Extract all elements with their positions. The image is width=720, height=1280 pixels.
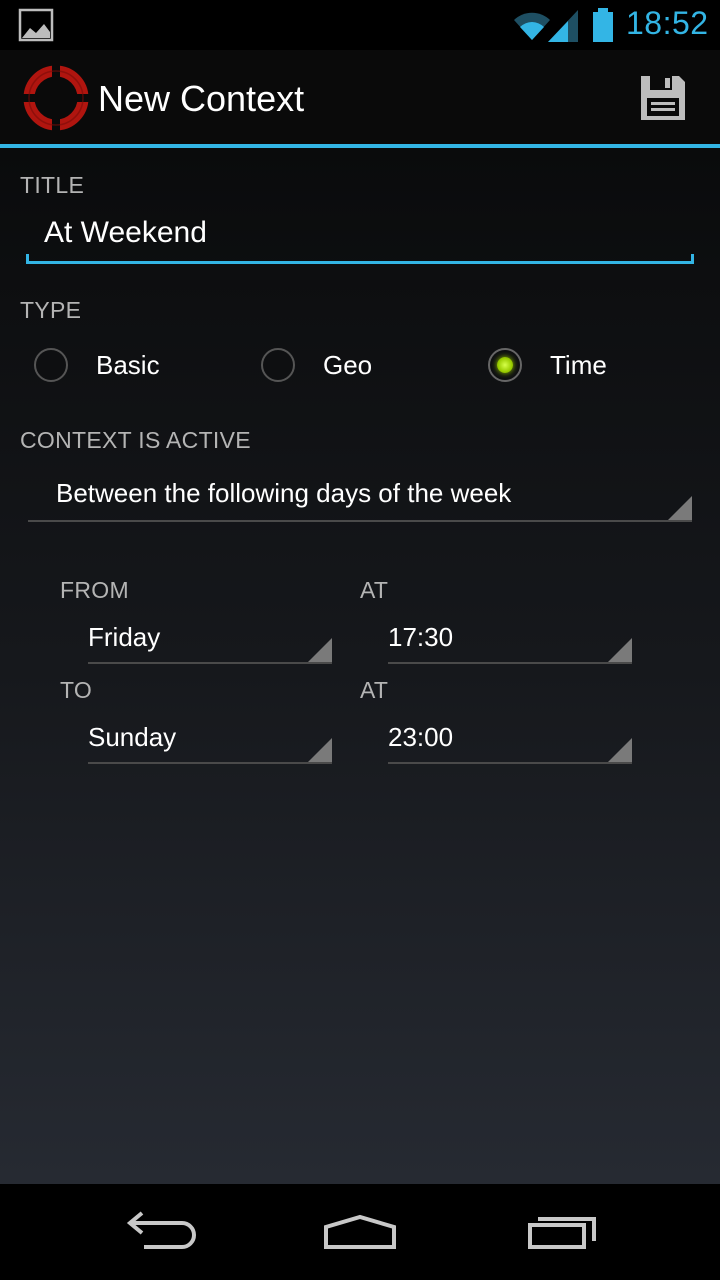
context-active-label: CONTEXT IS ACTIVE bbox=[20, 427, 251, 453]
signal-icon bbox=[548, 10, 578, 42]
battery-icon bbox=[593, 8, 613, 42]
radio-button-unchecked[interactable] bbox=[34, 348, 68, 382]
to-label: TO bbox=[60, 677, 93, 703]
radio-time[interactable]: Time bbox=[488, 340, 607, 390]
dropdown-corner-icon bbox=[668, 496, 692, 520]
context-active-spinner[interactable]: Between the following days of the week bbox=[28, 470, 692, 522]
from-label: FROM bbox=[60, 577, 129, 603]
recent-apps-button[interactable] bbox=[522, 1206, 602, 1256]
from-day-value: Friday bbox=[88, 622, 161, 652]
to-time-spinner[interactable]: 23:00 bbox=[388, 714, 632, 764]
from-time-value: 17:30 bbox=[388, 622, 454, 652]
status-bar: 18:52 bbox=[0, 0, 720, 50]
from-time-spinner[interactable]: 17:30 bbox=[388, 614, 632, 664]
type-label: TYPE bbox=[20, 297, 82, 323]
title-input-value: At Weekend bbox=[44, 216, 207, 249]
to-at-label: AT bbox=[360, 677, 389, 703]
to-day-spinner[interactable]: Sunday bbox=[88, 714, 332, 764]
new-context-form: TITLE At Weekend TYPE Basic Geo Time CON… bbox=[0, 148, 720, 1184]
page-title: New Context bbox=[98, 78, 305, 119]
save-button[interactable] bbox=[630, 68, 696, 128]
action-bar: New Context bbox=[0, 50, 720, 148]
radio-label-time: Time bbox=[550, 349, 607, 380]
dropdown-corner-icon bbox=[608, 738, 632, 762]
radio-label-basic: Basic bbox=[96, 349, 160, 380]
radio-label-geo: Geo bbox=[323, 349, 373, 380]
home-button[interactable] bbox=[320, 1206, 400, 1256]
from-at-label: AT bbox=[360, 577, 389, 603]
to-time-value: 23:00 bbox=[388, 722, 454, 752]
radio-button-unchecked[interactable] bbox=[261, 348, 295, 382]
floppy-disk-save-icon bbox=[641, 76, 685, 120]
image-notification-icon bbox=[18, 8, 54, 42]
back-button[interactable] bbox=[120, 1206, 200, 1256]
dropdown-corner-icon bbox=[308, 738, 332, 762]
dropdown-corner-icon bbox=[608, 638, 632, 662]
clock: 18:52 bbox=[626, 5, 709, 41]
radio-basic[interactable]: Basic bbox=[34, 340, 160, 390]
dropdown-corner-icon bbox=[308, 638, 332, 662]
title-label: TITLE bbox=[20, 172, 85, 198]
navigation-bar bbox=[0, 1184, 720, 1280]
back-icon bbox=[126, 1211, 196, 1249]
lifebuoy-logo-icon[interactable] bbox=[22, 64, 90, 132]
from-day-spinner[interactable]: Friday bbox=[88, 614, 332, 664]
to-day-value: Sunday bbox=[88, 722, 177, 752]
wifi-icon bbox=[514, 12, 550, 40]
title-input[interactable]: At Weekend bbox=[26, 210, 694, 264]
radio-geo[interactable]: Geo bbox=[261, 340, 372, 390]
home-icon bbox=[324, 1214, 396, 1249]
recent-apps-icon bbox=[528, 1217, 596, 1249]
radio-button-checked[interactable] bbox=[488, 348, 522, 382]
context-active-value: Between the following days of the week bbox=[56, 478, 512, 508]
radio-selected-dot bbox=[497, 357, 513, 373]
